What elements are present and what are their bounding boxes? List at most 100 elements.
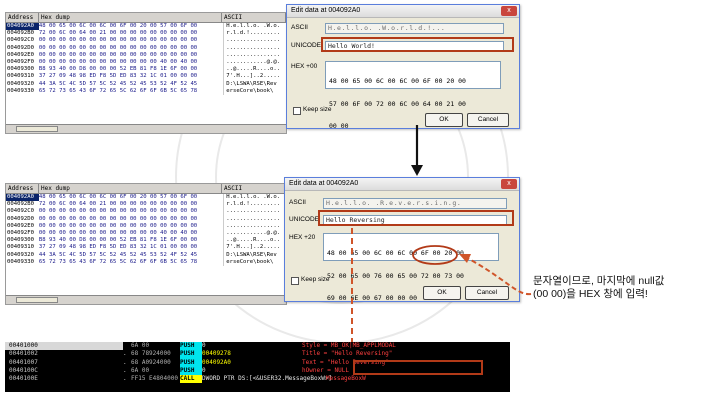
dump-address: 00409300 (7, 66, 34, 73)
dump-rows: 004092A0 48 00 65 00 6C 00 6C 00 6F 00 20… (6, 194, 286, 266)
dump-row[interactable]: 004092A0 48 00 65 00 6C 00 6C 00 6F 00 20… (6, 23, 286, 31)
dump-ascii: ................ (223, 208, 286, 216)
dump-row[interactable]: 004092F0 00 00 00 00 00 00 00 00 00 00 00… (6, 58, 286, 67)
dump-hex-bytes: 00 00 00 00 00 00 00 00 00 00 00 00 40 0… (38, 58, 198, 65)
dump-row[interactable]: 00409320 44 3A 5C 4C 5D 57 5C 52 45 52 45… (6, 251, 286, 259)
keep-size-checkbox[interactable] (293, 107, 301, 115)
dump-row[interactable]: 00409300 B8 93 40 00 D8 00 00 00 52 EB 81… (6, 237, 286, 245)
dialog-title: Edit data at 004092A0 x (285, 178, 519, 191)
dump-row[interactable]: 004092B0 72 00 6C 00 64 00 21 00 00 00 00… (6, 201, 286, 209)
ascii-field[interactable]: H.e.l.l.o. .R.e.v.e.r.s.i.n.g. (323, 198, 507, 209)
dump-address: 004092E0 (7, 51, 34, 58)
col-hex-header: Hex dump (39, 13, 222, 22)
horizontal-scrollbar[interactable] (6, 124, 286, 133)
dump-row[interactable]: 004092A0 48 00 65 00 6C 00 6C 00 6F 00 20… (6, 194, 286, 202)
dump-ascii: erseCore\book\ (223, 258, 286, 266)
dump-address: 00409320 (7, 80, 34, 87)
disasm-marker: . (123, 375, 127, 383)
top-hex-dump-panel[interactable]: Address Hex dump ASCII 004092A0 48 00 65 … (5, 12, 287, 134)
dump-hex-bytes: 65 72 73 65 43 6F 72 65 5C 62 6F 6F 6B 5… (38, 258, 198, 265)
dump-hex-bytes: 00 00 00 00 00 00 00 00 00 00 00 00 00 0… (38, 222, 198, 229)
col-address-header: Address (6, 13, 39, 22)
top-edit-dialog: Edit data at 004092A0 x ASCII H.e.l.l.o. … (286, 4, 520, 130)
disasm-address: 00401007 (9, 358, 38, 366)
hex-label: HEX +00 (291, 63, 318, 70)
disasm-operand: 0 (202, 342, 206, 349)
ascii-label: ASCII (291, 24, 308, 31)
dump-ascii: H.e.l.l.o. .W.o. (223, 23, 286, 31)
disasm-address: 00401002 (9, 350, 38, 358)
disasm-address: 0040100E (9, 375, 38, 383)
dump-row[interactable]: 004092C0 00 00 00 00 00 00 00 00 00 00 00… (6, 208, 286, 216)
dialog-title-text: Edit data at 004092A0 (289, 180, 359, 187)
dump-ascii: 7'.H...]..2..... (223, 244, 286, 252)
mid-hex-dump-panel[interactable]: Address Hex dump ASCII 004092A0 48 00 65 … (5, 183, 287, 305)
cancel-button[interactable]: Cancel (467, 113, 509, 127)
dump-address: 004092A0 (6, 23, 39, 31)
annotation-line-1: 문자열이므로, 마지막에 null값 (533, 275, 665, 287)
arrow-down-icon (411, 125, 423, 176)
hex-label: HEX +20 (289, 234, 316, 241)
dump-row[interactable]: 00409310 37 27 09 48 98 ED F8 5D ED 83 32… (6, 73, 286, 81)
dialog-title: Edit data at 004092A0 x (287, 5, 519, 18)
scrollbar-thumb[interactable] (16, 297, 58, 303)
dump-address: 004092B0 (7, 30, 34, 37)
disasm-mnemonic: PUSH (180, 350, 202, 359)
close-button[interactable]: x (501, 6, 517, 16)
dump-row[interactable]: 00409300 B8 93 40 00 D8 00 00 00 52 EB 81… (6, 66, 286, 74)
dump-row[interactable]: 004092E0 00 00 00 00 00 00 00 00 00 00 00… (6, 222, 286, 230)
ok-button[interactable]: OK (425, 113, 463, 127)
dump-ascii: ................ (223, 222, 286, 230)
null-bytes-highlight-ellipse (412, 245, 458, 265)
dump-address: 00409310 (7, 244, 34, 251)
disasm-row[interactable]: 0040100E. FF15 E4804000 CALL DWORD PTR DS:[… (5, 375, 510, 384)
dump-hex-bytes: 00 00 00 00 00 00 00 00 00 00 00 00 00 0… (38, 51, 198, 58)
disasm-operand: 004092A0 (202, 358, 231, 366)
hex-line: 48 00 65 00 6C 00 6C 00 6F 00 20 00 (329, 77, 466, 85)
dump-row[interactable]: 004092C0 00 00 00 00 00 00 00 00 00 00 00… (6, 37, 286, 45)
dump-address: 00409330 (7, 258, 34, 265)
dump-row[interactable]: 00409330 65 72 73 65 43 6F 72 65 5C 62 6F… (6, 258, 286, 266)
keep-size-label: Keep size (303, 106, 332, 113)
dump-row[interactable]: 00409320 44 3A 5C 4C 5D 57 5C 52 45 52 45… (6, 80, 286, 88)
disasm-row[interactable]: 00401000 6A 00 PUSH 0 Style = MB_OK|MB_APPLM… (5, 342, 510, 351)
dump-row[interactable]: 004092D0 00 00 00 00 00 00 00 00 00 00 00… (6, 44, 286, 52)
dump-hex-bytes: 48 00 65 00 6C 00 6C 00 6F 00 20 00 57 0… (38, 194, 198, 200)
dump-row[interactable]: 004092B0 72 00 6C 00 64 00 21 00 00 00 00… (6, 30, 286, 38)
keep-size-checkbox[interactable] (291, 277, 299, 285)
ascii-field[interactable]: H.e.l.l.o. .W.o.r.l.d.!... (325, 23, 504, 34)
dump-header: Address Hex dump ASCII (6, 184, 286, 194)
dump-address: 00409320 (7, 251, 34, 258)
scrollbar-thumb[interactable] (16, 126, 58, 132)
annotation-line-2: (00 00)을 HEX 창에 입력! (533, 288, 648, 300)
dump-hex-bytes: B8 93 40 00 D8 00 00 00 52 EB 81 F8 1E 6… (38, 237, 198, 244)
dump-row[interactable]: 004092E0 00 00 00 00 00 00 00 00 00 00 00… (6, 51, 286, 59)
annotation-text: 문자열이므로, 마지막에 null값 (00 00)을 HEX 창에 입력! (533, 275, 708, 301)
disasm-mnemonic: PUSH (180, 366, 202, 376)
dump-address: 00409300 (7, 237, 34, 244)
disasm-marker: . (123, 358, 127, 366)
dump-ascii: ................ (223, 44, 286, 52)
disasm-operand: DWORD PTR DS:[<&USER32.MessageBoxW>] (202, 375, 333, 383)
dump-row[interactable]: 00409330 65 72 73 65 43 6F 72 65 5C 62 6F… (6, 87, 286, 95)
disasm-row[interactable]: 00401002. 68 78924000 PUSH 00409278 Title = … (5, 350, 510, 359)
dump-hex-bytes: 44 3A 5C 4C 5D 57 5C 52 45 52 45 53 52 4… (38, 80, 198, 87)
dump-ascii: D:\LSWA\RSE\Rev (223, 251, 286, 259)
disasm-opcode-bytes: 68 78924000 (131, 350, 171, 358)
dump-row[interactable]: 004092D0 00 00 00 00 00 00 00 00 00 00 00… (6, 215, 286, 223)
hex-line: 57 00 6F 00 72 00 6C 00 64 00 21 00 (329, 99, 466, 108)
disasm-opcode-bytes: FF15 E4804000 (131, 375, 178, 383)
dump-ascii: ..@.....R....o.. (223, 237, 286, 245)
text-comment-highlight-box (353, 360, 483, 375)
hex-field[interactable]: 48 00 65 00 6C 00 6C 00 6F 00 20 00 57 0… (325, 61, 501, 130)
dump-hex-bytes: 72 00 6C 00 64 00 21 00 00 00 00 00 00 0… (38, 30, 198, 37)
disasm-mnemonic: PUSH (180, 342, 202, 351)
keep-size-label: Keep size (301, 276, 330, 283)
dump-row[interactable]: 00409310 37 27 09 48 98 ED F8 5D ED 83 32… (6, 244, 286, 252)
disasm-address: 00401000 (5, 342, 123, 351)
dialog-title-text: Edit data at 004092A0 (291, 7, 361, 14)
dump-header: Address Hex dump ASCII (6, 13, 286, 23)
horizontal-scrollbar[interactable] (6, 295, 286, 304)
close-button[interactable]: x (501, 179, 517, 189)
dump-row[interactable]: 004092F0 00 00 00 00 00 00 00 00 00 00 00… (6, 229, 286, 238)
